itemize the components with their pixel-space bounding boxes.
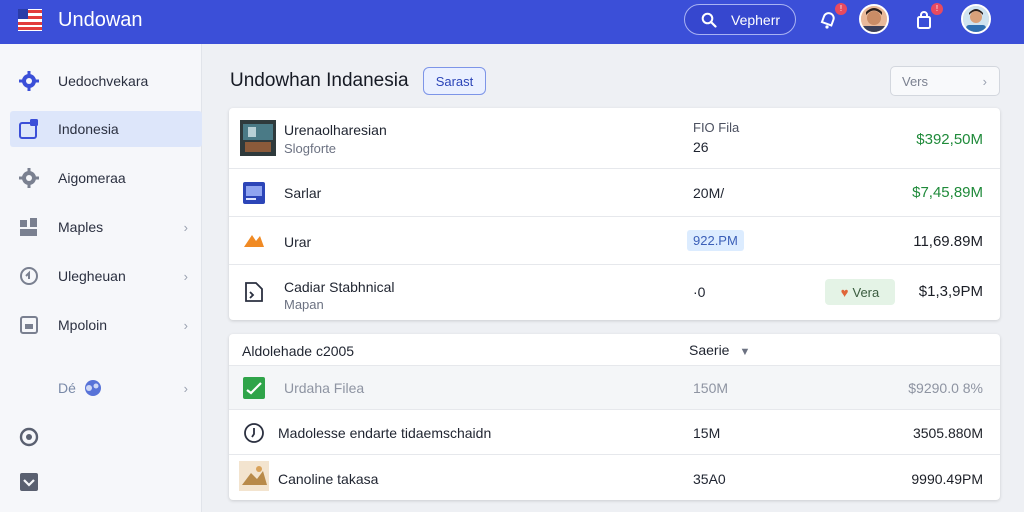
- table-primary: Urenaolharesian Slogforte FIO Fila 26 $3…: [229, 108, 1000, 320]
- view-select[interactable]: Vers ›: [890, 66, 1000, 96]
- notifications-badge: !: [835, 3, 847, 15]
- sidebar-item-indonesia[interactable]: Indonesia: [10, 111, 202, 147]
- chevron-right-icon: ›: [183, 268, 188, 284]
- page-title: Undowhan Indanesia: [230, 70, 409, 91]
- sidebar-item-label: Dé: [58, 380, 76, 396]
- table-row[interactable]: Urenaolharesian Slogforte FIO Fila 26 $3…: [229, 108, 1000, 168]
- image-card-icon: [243, 182, 265, 204]
- notifications-button[interactable]: !: [814, 3, 847, 34]
- thumbnail-image-icon: [239, 461, 269, 491]
- row-value: $392,50M: [916, 131, 983, 148]
- sidebar-item-label: Aigomeraa: [58, 170, 126, 186]
- row-value: $1,3,9PM: [918, 283, 983, 300]
- profile-photo-icon: [963, 6, 989, 32]
- sidebar-item-label: Ulegheuan: [58, 268, 126, 284]
- download-icon[interactable]: [18, 471, 40, 493]
- sidebar-item-de[interactable]: Dé ›: [10, 370, 202, 406]
- row-count: 26: [693, 139, 709, 155]
- help-icon[interactable]: [18, 426, 40, 448]
- bell-icon: [820, 12, 835, 29]
- chevron-right-icon: ›: [183, 219, 188, 235]
- cart-badge: !: [931, 3, 943, 15]
- table-row[interactable]: Urdaha Filea 150M $9290.0 8%: [229, 365, 1000, 409]
- sidebar-item-label: Indonesia: [58, 121, 119, 137]
- document-icon: [245, 282, 263, 302]
- row-status-badge: 922.PM: [687, 230, 744, 251]
- gear-icon: [19, 71, 39, 91]
- row-name: Urdaha Filea: [284, 380, 365, 396]
- bag-icon: [917, 11, 931, 29]
- row-type: FIO Fila: [693, 120, 740, 135]
- row-name: Sarlar: [284, 185, 322, 201]
- folder-icon: [19, 119, 38, 139]
- cart-button[interactable]: !: [910, 3, 943, 34]
- sidebar-item-aigomeraa[interactable]: Aigomeraa: [10, 160, 202, 196]
- chevron-right-icon: ›: [183, 380, 188, 396]
- settings-icon: [19, 168, 39, 188]
- top-bar: Undowan Vepherr ! !: [0, 0, 1024, 44]
- row-subtitle: Slogforte: [284, 141, 337, 156]
- search-label: Vepherr: [731, 11, 781, 28]
- clock-icon: [244, 423, 264, 443]
- row-name: Urenaolharesian: [284, 122, 387, 138]
- row-name: Cadiar Stabhnical: [284, 279, 395, 295]
- table-row[interactable]: Urar 922.PM 11,69.89M: [229, 216, 1000, 264]
- row-tag-button[interactable]: ♥ Vera: [825, 279, 895, 305]
- caret-down-icon: ▼: [739, 346, 751, 358]
- refresh-icon: [20, 267, 38, 285]
- search-tag-button[interactable]: Sarast: [423, 67, 486, 95]
- sort-dropdown[interactable]: Saerie ▼: [689, 342, 750, 358]
- heart-icon: ♥: [840, 284, 849, 300]
- row-subtitle: Mapan: [284, 297, 324, 312]
- table-row[interactable]: Sarlar 20M/ $7,45,89M: [229, 168, 1000, 216]
- table-secondary: Aldolehade c2005 Saerie ▼ Urdaha Filea 15…: [229, 334, 1000, 500]
- chart-icon: [243, 377, 265, 399]
- sidebar-item-label: Mpoloin: [58, 317, 108, 333]
- sidebar-item-ulegheuan[interactable]: Ulegheuan ›: [10, 258, 202, 294]
- thumbnail-image-icon: [240, 120, 276, 156]
- user-photo-icon: [861, 6, 887, 32]
- app-title: Undowan: [58, 9, 143, 31]
- row-count: 20M/: [693, 185, 725, 201]
- row-tag-label: Vera: [852, 284, 880, 300]
- chevron-right-icon: ›: [982, 73, 987, 89]
- row-value: $9290.0 8%: [908, 380, 983, 396]
- row-value: 9990.49PM: [911, 471, 983, 487]
- chevron-right-icon: ›: [183, 317, 188, 333]
- table-row[interactable]: Madolesse endarte tidaemschaidn 15M 3505…: [229, 409, 1000, 454]
- row-value: $7,45,89M: [912, 184, 983, 201]
- table-title: Aldolehade c2005: [242, 343, 355, 359]
- sidebar-item-uedochvekara[interactable]: Uedochvekara: [10, 63, 202, 99]
- sidebar-item-label: Uedochvekara: [58, 73, 149, 89]
- row-value: 3505.880M: [912, 425, 983, 441]
- users-icon: [85, 380, 101, 396]
- row-count: 150M: [693, 380, 729, 396]
- sort-label: Saerie: [689, 342, 730, 358]
- row-count: 15M: [693, 425, 721, 441]
- sidebar: Uedochvekara Indonesia Aigomeraa Maples …: [0, 44, 202, 512]
- table-row[interactable]: Cadiar Stabhnical Mapan ·0 ♥ Vera $1,3,9…: [229, 264, 1000, 320]
- profile-avatar[interactable]: [961, 4, 991, 34]
- avatar[interactable]: [859, 4, 889, 34]
- row-name: Madolesse endarte tidaemschaidn: [278, 425, 492, 441]
- row-name: Canoline takasa: [278, 471, 379, 487]
- row-count: ·0: [693, 284, 706, 300]
- row-count: 35A0: [693, 471, 726, 487]
- flag-logo-icon: [18, 9, 42, 31]
- sidebar-item-label: Maples: [58, 219, 104, 235]
- row-name: Urar: [284, 234, 312, 250]
- search-icon: [701, 12, 717, 28]
- sidebar-item-maples[interactable]: Maples ›: [10, 209, 202, 245]
- sidebar-item-mpoloin[interactable]: Mpoloin ›: [10, 307, 202, 343]
- search-button[interactable]: Vepherr: [684, 4, 796, 35]
- grid-icon: [20, 218, 37, 236]
- view-select-label: Vers: [902, 73, 929, 89]
- orange-shape-icon: [244, 235, 264, 247]
- box-icon: [20, 316, 38, 334]
- row-value: 11,69.89M: [913, 233, 983, 250]
- table-row[interactable]: Canoline takasa 35A0 9990.49PM: [229, 454, 1000, 500]
- table-header: Aldolehade c2005 Saerie ▼: [229, 334, 1000, 365]
